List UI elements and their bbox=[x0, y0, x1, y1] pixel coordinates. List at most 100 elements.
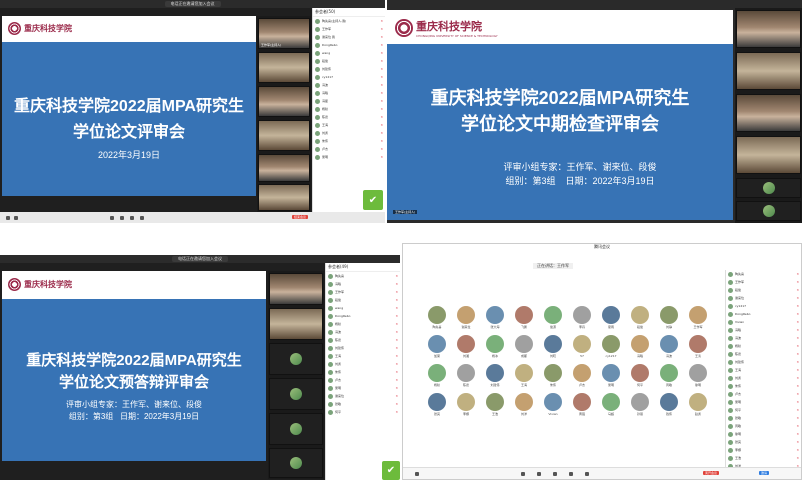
members-icon[interactable] bbox=[537, 472, 541, 476]
gallery-tile[interactable]: 刘静 bbox=[655, 306, 683, 333]
participant-row[interactable]: 张亮 ✕ bbox=[726, 438, 801, 446]
video-tile[interactable] bbox=[269, 343, 323, 375]
gallery-tile[interactable]: 成都 bbox=[510, 335, 538, 362]
end-meeting-button[interactable]: 结束会议 bbox=[292, 215, 309, 219]
participant-row[interactable]: 吴明 ✕ bbox=[726, 398, 801, 406]
participant-row[interactable]: 杨秋 ✕ bbox=[313, 105, 385, 113]
participant-row[interactable]: 段俊 ✕ bbox=[726, 286, 801, 294]
participant-row[interactable]: 谢来位 我 ✕ bbox=[313, 33, 385, 41]
gallery-tile[interactable]: 钱伟 bbox=[655, 393, 683, 420]
gallery-tile[interactable]: 王浩 bbox=[481, 393, 509, 420]
video-tile[interactable] bbox=[736, 94, 801, 132]
participant-row[interactable]: 冯波 ✕ bbox=[326, 328, 400, 336]
gallery-tile[interactable]: 刘建伟 bbox=[481, 364, 509, 391]
invite-button[interactable]: 邀请 bbox=[759, 471, 770, 475]
participant-row[interactable]: 刘建伟 ✕ bbox=[726, 358, 801, 366]
gallery-tile[interactable]: 张亮 bbox=[423, 393, 451, 420]
participant-row[interactable]: 冯曦 ✕ bbox=[313, 89, 385, 97]
video-tile[interactable] bbox=[736, 10, 801, 48]
participant-row[interactable]: 卢杰 ✕ bbox=[326, 376, 400, 384]
gallery-tile[interactable]: 杨冰 bbox=[481, 335, 509, 362]
gallery-tile[interactable]: 俊源 bbox=[539, 306, 567, 333]
participant-row[interactable]: 何平 ✕ bbox=[326, 408, 400, 416]
gallery-tile[interactable]: 夏雨 bbox=[597, 306, 625, 333]
mic-icon[interactable] bbox=[415, 472, 419, 476]
record-icon[interactable] bbox=[569, 472, 573, 476]
participant-row[interactable]: 朱伟 ✕ bbox=[726, 382, 801, 390]
participant-row[interactable]: 刘勇 ✕ bbox=[326, 360, 400, 368]
participant-row[interactable]: 冯波 ✕ bbox=[313, 81, 385, 89]
participant-row[interactable]: 段俊 ✕ bbox=[313, 57, 385, 65]
chat-icon[interactable] bbox=[553, 472, 557, 476]
participant-row[interactable]: 杨秋 ✕ bbox=[326, 320, 400, 328]
participant-row[interactable]: 冯曦 ✕ bbox=[326, 280, 400, 288]
gallery-tile[interactable]: 飞鹏 bbox=[510, 306, 538, 333]
video-tile[interactable] bbox=[258, 154, 310, 182]
participant-row[interactable]: 王海 ✕ bbox=[726, 366, 801, 374]
more-icon[interactable] bbox=[585, 472, 589, 476]
participant-row[interactable]: 王海 ✕ bbox=[326, 352, 400, 360]
gallery-tile[interactable]: 朱伟 bbox=[539, 364, 567, 391]
participant-row[interactable]: 谢来位 ✕ bbox=[326, 392, 400, 400]
gallery-tile[interactable]: 刘晓 bbox=[539, 335, 567, 362]
gallery-tile[interactable]: 李丹 bbox=[568, 306, 596, 333]
gallery-tile[interactable]: 王涛 bbox=[684, 335, 712, 362]
gallery-tile[interactable]: 卢杰 bbox=[568, 364, 596, 391]
camera-icon[interactable] bbox=[14, 216, 18, 220]
participant-row[interactable]: 周敏 ✕ bbox=[726, 422, 801, 430]
video-tile[interactable]: 王作军(主持人) bbox=[258, 18, 310, 49]
participant-row[interactable]: 王海 ✕ bbox=[313, 121, 385, 129]
participant-row[interactable]: 卢杰 ✕ bbox=[313, 145, 385, 153]
video-tile[interactable] bbox=[269, 413, 323, 445]
participant-row[interactable]: cy1217 ✕ bbox=[313, 73, 385, 81]
share-icon[interactable] bbox=[521, 472, 525, 476]
participant-row[interactable]: 陶先喜 ✕ bbox=[326, 272, 400, 280]
participant-row[interactable]: wang ✕ bbox=[326, 304, 400, 312]
participant-row[interactable]: 朱伟 ✕ bbox=[326, 368, 400, 376]
video-tile[interactable] bbox=[269, 448, 323, 478]
gallery-tile[interactable]: 孙丽 bbox=[626, 393, 654, 420]
participant-row[interactable]: 冯曦 ✕ bbox=[726, 326, 801, 334]
gallery-tile[interactable]: 马超 bbox=[597, 393, 625, 420]
gallery-tile[interactable]: 段俊 bbox=[626, 306, 654, 333]
video-tile[interactable] bbox=[269, 273, 323, 305]
gallery-tile[interactable]: cy1217 bbox=[597, 335, 625, 362]
gallery-tile[interactable]: 张大海 bbox=[481, 306, 509, 333]
participant-row[interactable]: Vivian ✕ bbox=[726, 318, 801, 326]
members-icon[interactable] bbox=[120, 216, 124, 220]
gallery-tile[interactable]: 刘洋 bbox=[510, 393, 538, 420]
video-tile[interactable] bbox=[736, 136, 801, 174]
gallery-tile[interactable]: Vivian bbox=[539, 393, 567, 420]
participant-row[interactable]: 王作军 ✕ bbox=[326, 288, 400, 296]
gallery-tile[interactable]: 57 bbox=[568, 335, 596, 362]
participant-row[interactable]: 李娜 ✕ bbox=[726, 446, 801, 454]
participant-row[interactable]: cy1217 ✕ bbox=[726, 302, 801, 310]
participant-row[interactable]: DongRebo ✕ bbox=[726, 310, 801, 318]
participant-row[interactable]: 陶先喜 ✕ bbox=[726, 270, 801, 278]
participant-row[interactable]: 吴明 ✕ bbox=[313, 153, 385, 161]
participant-row[interactable]: 陈德 ✕ bbox=[726, 350, 801, 358]
participant-row[interactable]: 张敏 ✕ bbox=[326, 400, 400, 408]
participant-row[interactable]: DongRebo ✕ bbox=[326, 312, 400, 320]
gallery-tile[interactable]: 王海 bbox=[510, 364, 538, 391]
video-tile[interactable] bbox=[258, 120, 310, 151]
gallery-tile[interactable]: 加荣 bbox=[423, 335, 451, 362]
participant-row[interactable]: 陈德 ✕ bbox=[313, 113, 385, 121]
gallery-tile[interactable]: 冯曦 bbox=[626, 335, 654, 362]
participant-row[interactable]: 杨秋 ✕ bbox=[726, 342, 801, 350]
share-icon[interactable] bbox=[110, 216, 114, 220]
gallery-tile[interactable]: 刘湘 bbox=[452, 335, 480, 362]
participant-row[interactable]: 谢来位 ✕ bbox=[726, 294, 801, 302]
participant-row[interactable]: 王作军 ✕ bbox=[726, 278, 801, 286]
gallery-tile[interactable]: 李娜 bbox=[452, 393, 480, 420]
gallery-tile[interactable]: 王作军 bbox=[684, 306, 712, 333]
video-tile[interactable] bbox=[736, 178, 801, 198]
participant-row[interactable]: 刘建伟 ✕ bbox=[326, 344, 400, 352]
video-tile[interactable] bbox=[258, 52, 310, 83]
gallery-tile[interactable]: 谢来位 bbox=[452, 306, 480, 333]
participant-row[interactable]: 刘勇 ✕ bbox=[313, 129, 385, 137]
participant-row[interactable]: 陈德 ✕ bbox=[326, 336, 400, 344]
gallery-tile[interactable]: 陈德 bbox=[452, 364, 480, 391]
record-icon[interactable] bbox=[140, 216, 144, 220]
gallery-tile[interactable]: 周敏 bbox=[655, 364, 683, 391]
